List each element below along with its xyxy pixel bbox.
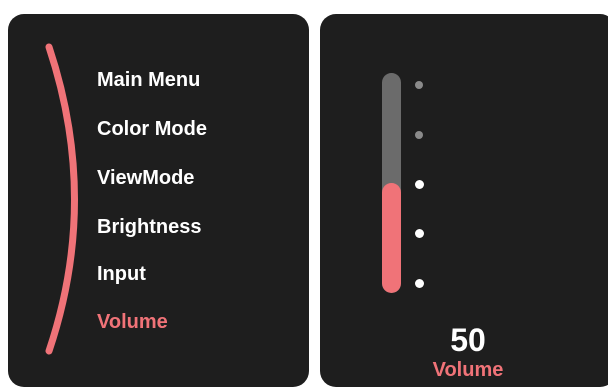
menu-item-main-menu[interactable]: Main Menu [97, 69, 200, 92]
menu-item-color-mode[interactable]: Color Mode [97, 118, 207, 141]
volume-scale-dot [415, 130, 423, 139]
volume-scale-dot [414, 229, 424, 238]
volume-scale-dot [414, 278, 424, 288]
menu-item-input[interactable]: Input [97, 263, 146, 286]
volume-value: 50 [450, 322, 486, 358]
volume-label: Volume [432, 359, 504, 381]
volume-scale-dot [414, 179, 424, 189]
menu-item-viewmode[interactable]: ViewMode [97, 167, 194, 190]
volume-slider-fill [382, 183, 401, 293]
menu-item-brightness[interactable]: Brightness [97, 216, 201, 239]
osd-menu-panel: Main Menu Color Mode ViewMode Brightness… [8, 14, 309, 387]
volume-scale-dot [415, 81, 423, 89]
volume-slider[interactable] [382, 73, 401, 293]
volume-adjust-panel: 50 Volume [320, 14, 608, 387]
menu-item-volume[interactable]: Volume [97, 311, 168, 334]
